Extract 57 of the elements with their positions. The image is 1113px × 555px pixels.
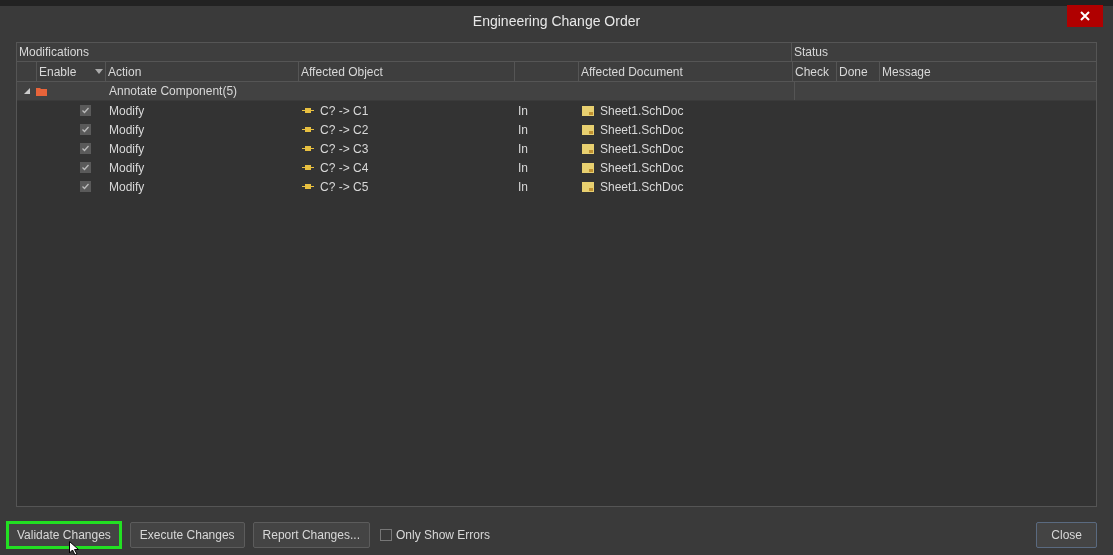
- direction-cell-text: In: [518, 140, 528, 158]
- affected-document-cell-text: Sheet1.SchDoc: [600, 102, 684, 120]
- group-header: Status: [794, 44, 829, 61]
- column-header[interactable]: Done: [839, 62, 868, 81]
- action-cell-text: Modify: [109, 140, 145, 158]
- affected-object-cell-text: C? -> C4: [320, 159, 369, 177]
- column-header[interactable]: Action: [108, 62, 142, 81]
- document-icon: [582, 124, 594, 135]
- column-header[interactable]: Message: [882, 62, 931, 81]
- document-icon: [582, 162, 594, 173]
- mouse-cursor-icon: [69, 541, 79, 555]
- document-icon: [582, 143, 594, 154]
- folder-icon: [36, 86, 47, 96]
- document-icon: [582, 181, 594, 192]
- affected-document-cell-text: Sheet1.SchDoc: [600, 140, 684, 158]
- column-header[interactable]: Enable: [39, 62, 77, 81]
- component-icon: [302, 163, 314, 172]
- column-header[interactable]: Affected Object: [301, 62, 383, 81]
- affected-object-cell-text: C? -> C1: [320, 102, 369, 120]
- affected-object-cell-text: C? -> C2: [320, 121, 369, 139]
- checkbox[interactable]: [80, 105, 91, 116]
- direction-cell-text: In: [518, 121, 528, 139]
- component-icon: [302, 182, 314, 191]
- action-button[interactable]: Validate Changes: [6, 521, 122, 549]
- expand-arrow-icon[interactable]: [23, 88, 30, 94]
- group-header: Modifications: [19, 44, 90, 61]
- affected-document-cell-text: Sheet1.SchDoc: [600, 121, 684, 139]
- column-header[interactable]: Check: [795, 62, 829, 81]
- action-cell-text: Modify: [109, 159, 145, 177]
- component-icon: [302, 125, 314, 134]
- direction-cell-text: In: [518, 178, 528, 196]
- checkbox[interactable]: [80, 181, 91, 192]
- affected-document-cell-text: Sheet1.SchDoc: [600, 178, 684, 196]
- affected-object-cell-text: C? -> C5: [320, 178, 369, 196]
- close-icon[interactable]: [1067, 5, 1103, 27]
- action-cell-text: Modify: [109, 178, 145, 196]
- action-button[interactable]: Report Changes...: [252, 522, 370, 548]
- checkbox[interactable]: [80, 162, 91, 173]
- component-icon: [302, 144, 314, 153]
- checkbox[interactable]: [379, 529, 392, 541]
- group-row-label: Annotate Component(5): [109, 83, 238, 100]
- component-icon: [302, 106, 314, 115]
- document-icon: [582, 105, 594, 116]
- action-cell-text: Modify: [109, 121, 145, 139]
- affected-document-cell-text: Sheet1.SchDoc: [600, 159, 684, 177]
- direction-cell-text: In: [518, 102, 528, 120]
- action-button[interactable]: Execute Changes: [129, 522, 245, 548]
- column-header[interactable]: Affected Document: [581, 62, 683, 81]
- action-cell-text: Modify: [109, 102, 145, 120]
- close-button[interactable]: Close: [1036, 522, 1097, 548]
- window-title: Engineering Change Order: [472, 11, 641, 31]
- checkbox[interactable]: [80, 124, 91, 135]
- sort-caret-icon[interactable]: [95, 69, 103, 74]
- direction-cell-text: In: [518, 159, 528, 177]
- checkbox[interactable]: [80, 143, 91, 154]
- checkbox-label: Only Show Errors: [395, 527, 490, 544]
- affected-object-cell-text: C? -> C3: [320, 140, 369, 158]
